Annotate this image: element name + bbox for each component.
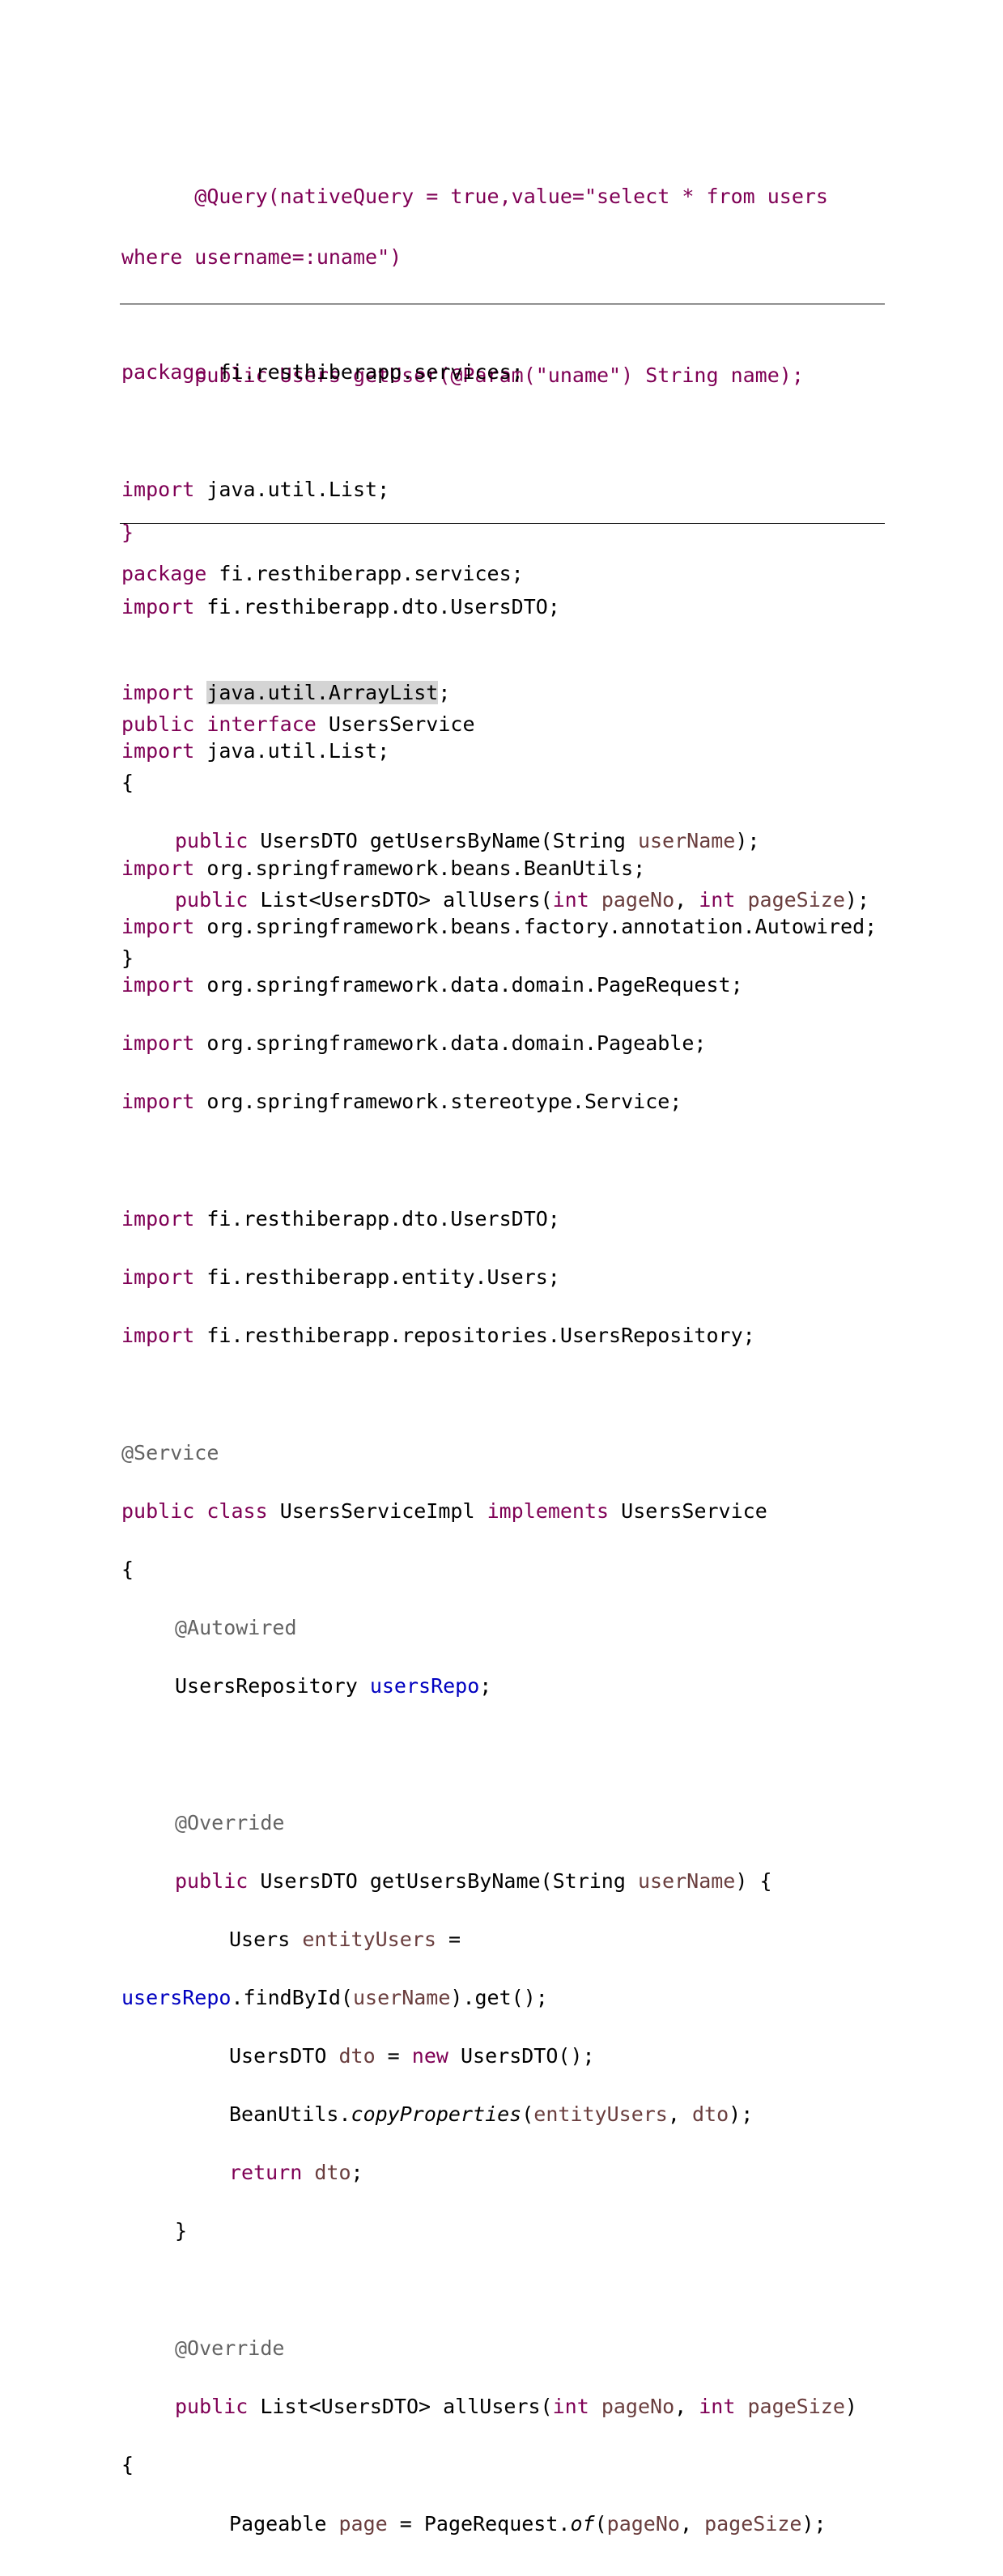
query-annotation-line-2: where username=:uname") (121, 245, 402, 269)
open-brace: { (121, 1558, 134, 1581)
import-line: import java.util.ArrayList; (121, 681, 451, 704)
override-annotation: @Override (175, 1811, 285, 1834)
import-line: import org.springframework.beans.BeanUti… (121, 857, 646, 880)
autowired-annotation: @Autowired (175, 1616, 297, 1639)
import-line: import org.springframework.stereotype.Se… (121, 1090, 682, 1113)
class-declaration: public class UsersServiceImpl implements… (121, 1499, 767, 1523)
entity-users-declaration: Users entityUsers = (229, 1928, 461, 1951)
find-by-id-call: usersRepo.findById(userName).get(); (121, 1986, 548, 2009)
repo-field-declaration: UsersRepository usersRepo; (175, 1674, 492, 1698)
dto-declaration: UsersDTO dto = new UsersDTO(); (229, 2044, 595, 2068)
import-line: import fi.resthiberapp.entity.Users; (121, 1265, 560, 1289)
service-annotation: @Service (121, 1441, 219, 1464)
override-annotation: @Override (175, 2336, 285, 2360)
import-line: import fi.resthiberapp.repositories.User… (121, 1324, 755, 1347)
import-line: import org.springframework.data.domain.P… (121, 973, 743, 997)
import-line: import java.util.List; (121, 478, 390, 501)
query-annotation-line-1: @Query(nativeQuery = true,value="select … (121, 185, 828, 208)
import-line: import org.springframework.data.domain.P… (121, 1031, 707, 1055)
method-closing-brace: } (175, 2219, 188, 2242)
import-line: import java.util.List; (121, 739, 390, 763)
copy-properties-call: BeanUtils.copyProperties(entityUsers, dt… (229, 2102, 754, 2126)
document-page: @Query(nativeQuery = true,value="select … (0, 0, 1003, 2534)
import-line: import org.springframework.beans.factory… (121, 915, 878, 938)
return-statement: return dto; (229, 2161, 363, 2184)
method-allusers: public List<UsersDTO> allUsers(int pageN… (175, 2395, 857, 2418)
package-declaration: package fi.resthiberapp.services; (121, 360, 524, 384)
pageable-declaration: Pageable page = PageRequest.of(pageNo, p… (229, 2512, 827, 2536)
open-brace: { (121, 2453, 134, 2476)
import-line: import fi.resthiberapp.dto.UsersDTO; (121, 1207, 560, 1231)
method-getusersbyname: public UsersDTO getUsersByName(String us… (175, 1869, 772, 1893)
users-service-impl-snippet: package fi.resthiberapp.services; import… (121, 523, 877, 2574)
package-declaration: package fi.resthiberapp.services; (121, 562, 524, 585)
